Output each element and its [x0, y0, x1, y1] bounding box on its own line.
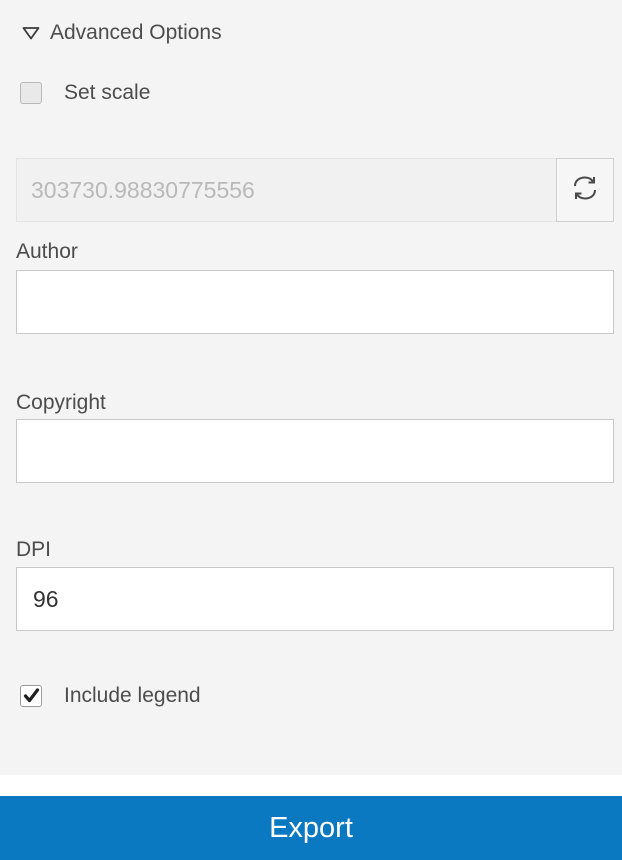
advanced-options-label: Advanced Options: [50, 21, 222, 44]
copyright-input[interactable]: [16, 419, 614, 483]
include-legend-label: Include legend: [64, 684, 201, 707]
set-scale-checkbox-row[interactable]: Set scale: [20, 81, 150, 105]
author-label: Author: [16, 240, 78, 263]
refresh-scale-button[interactable]: [556, 158, 614, 222]
copyright-label: Copyright: [16, 391, 106, 414]
author-input[interactable]: [16, 270, 614, 334]
advanced-options-panel: Advanced Options Set scale Author Copyri…: [0, 0, 622, 775]
triangle-down-icon: [22, 26, 40, 40]
include-legend-checkbox-row[interactable]: Include legend: [20, 684, 201, 708]
set-scale-label: Set scale: [64, 81, 151, 104]
scale-input[interactable]: [16, 158, 556, 222]
include-legend-checkbox[interactable]: [20, 685, 42, 707]
set-scale-checkbox[interactable]: [20, 82, 42, 104]
scale-field: [16, 158, 614, 222]
dpi-label: DPI: [16, 538, 52, 561]
refresh-icon: [568, 171, 602, 210]
advanced-options-toggle[interactable]: Advanced Options: [22, 18, 222, 48]
dpi-input[interactable]: [16, 567, 614, 631]
export-button[interactable]: Export: [0, 796, 622, 860]
